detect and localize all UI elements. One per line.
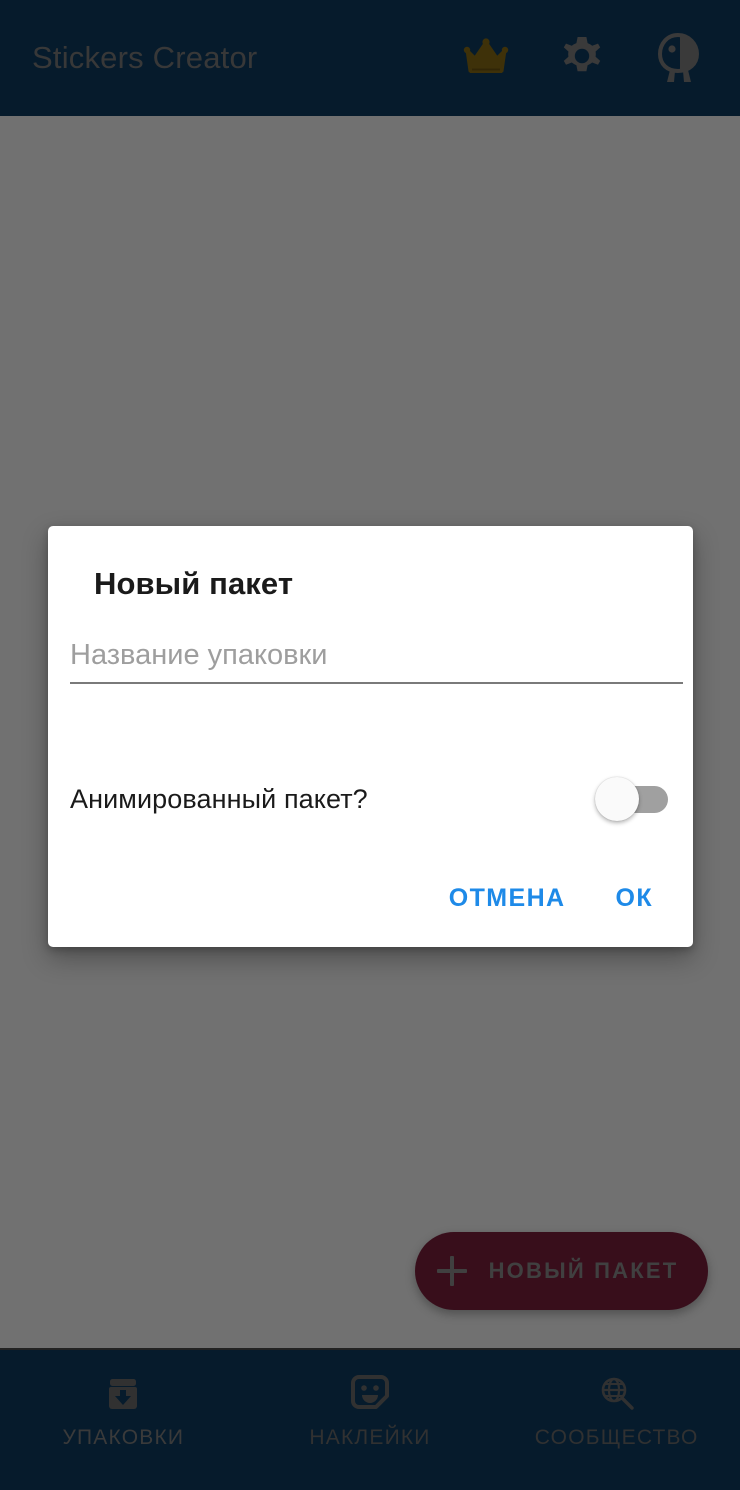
nav-item-stickers[interactable]: НАКЛЕЙКИ xyxy=(247,1350,494,1450)
new-pack-fab[interactable]: НОВЫЙ ПАКЕТ xyxy=(415,1232,708,1310)
bottom-navigation: УПАКОВКИ НАКЛЕЙКИ СООБЩЕСТВО xyxy=(0,1348,740,1490)
crown-icon[interactable] xyxy=(460,32,512,84)
dialog-title: Новый пакет xyxy=(94,566,294,601)
app-root: Stickers Creator НОВЫЙ ПАКЕТ УПАКОВКИ НА… xyxy=(0,0,740,1490)
new-pack-dialog: Новый пакет Анимированный пакет? ОТМЕНА … xyxy=(48,526,693,947)
pack-name-field-wrapper xyxy=(70,639,683,684)
dialog-actions: ОТМЕНА ОК xyxy=(431,872,671,925)
pack-name-input[interactable] xyxy=(70,639,683,682)
plus-icon xyxy=(436,1256,467,1286)
nav-label-stickers: НАКЛЕЙКИ xyxy=(309,1426,431,1449)
nav-label-community: СООБЩЕСТВО xyxy=(534,1426,699,1449)
pack-name-underline xyxy=(70,682,683,684)
page-title: Stickers Creator xyxy=(32,40,258,75)
nav-label-packs: УПАКОВКИ xyxy=(62,1426,185,1449)
top-app-bar-actions xyxy=(460,32,722,84)
nav-item-community[interactable]: СООБЩЕСТВО xyxy=(493,1350,740,1450)
archive-download-icon xyxy=(101,1372,145,1416)
animated-pack-label: Анимированный пакет? xyxy=(70,783,368,814)
bird-icon[interactable] xyxy=(652,32,704,84)
nav-item-packs[interactable]: УПАКОВКИ xyxy=(0,1350,247,1450)
top-app-bar: Stickers Creator xyxy=(0,0,740,116)
new-pack-fab-label: НОВЫЙ ПАКЕТ xyxy=(488,1258,679,1283)
globe-search-icon xyxy=(595,1372,639,1416)
animated-pack-toggle[interactable] xyxy=(595,776,671,822)
ok-button[interactable]: ОК xyxy=(597,872,671,925)
sticker-face-icon xyxy=(348,1372,392,1416)
cancel-button[interactable]: ОТМЕНА xyxy=(431,872,584,925)
toggle-thumb xyxy=(595,777,639,821)
animated-pack-row[interactable]: Анимированный пакет? xyxy=(70,769,671,829)
gear-icon[interactable] xyxy=(556,32,608,84)
